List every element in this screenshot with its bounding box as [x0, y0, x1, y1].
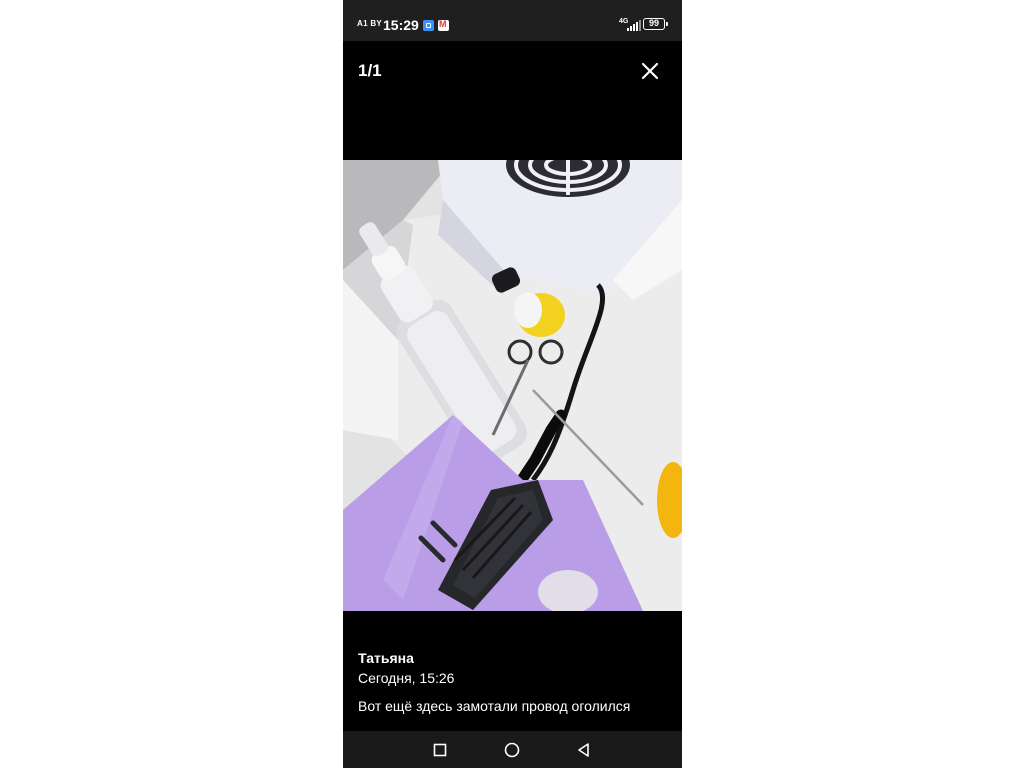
signal-icon — [627, 19, 641, 31]
attached-photo[interactable] — [343, 133, 682, 614]
close-button[interactable] — [639, 60, 661, 82]
mail-icon — [438, 19, 449, 31]
photo-viewer-screen: A1 BY 15:29 4G 99 1/1 — [343, 0, 682, 768]
message-text: Вот ещё здесь замотали провод оголился — [358, 698, 631, 714]
close-icon — [641, 62, 659, 80]
status-time: 15:29 — [383, 17, 419, 33]
page-counter: 1/1 — [358, 61, 382, 80]
back-icon — [578, 743, 589, 757]
back-button[interactable] — [575, 741, 593, 759]
sender-name: Татьяна — [358, 650, 414, 666]
battery-icon: 99 — [643, 18, 668, 30]
recent-apps-icon — [433, 743, 447, 757]
photo-image — [343, 133, 682, 614]
home-icon — [504, 742, 520, 758]
carrier-label: A1 BY — [357, 19, 383, 28]
recent-apps-button[interactable] — [431, 741, 449, 759]
app-notification-icon — [423, 20, 434, 31]
message-timestamp: Сегодня, 15:26 — [358, 670, 455, 686]
navigation-bar — [343, 731, 682, 768]
status-bar: A1 BY 15:29 4G 99 — [343, 0, 682, 41]
home-button[interactable] — [503, 741, 521, 759]
